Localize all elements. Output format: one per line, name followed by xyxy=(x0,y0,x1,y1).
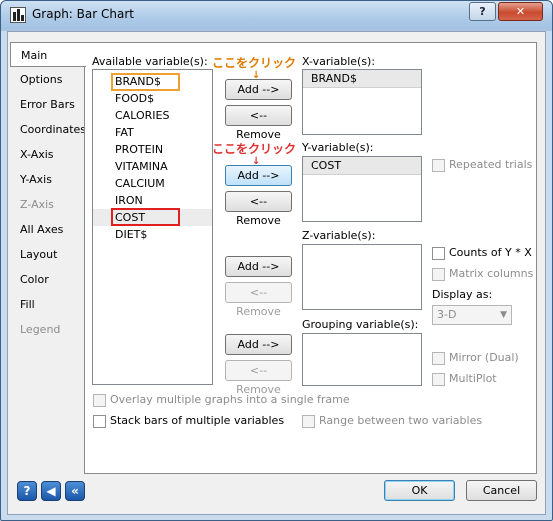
z-add-button[interactable]: Add --> xyxy=(225,256,292,277)
tab-main[interactable]: Main xyxy=(10,42,86,67)
range-checkbox xyxy=(302,415,315,428)
tab-y-axis[interactable]: Y-Axis xyxy=(10,167,86,192)
display-as-select: 3-D ▼ xyxy=(432,305,512,325)
close-button[interactable]: ✕ xyxy=(498,2,543,21)
ok-button[interactable]: OK xyxy=(384,480,455,501)
y-variable-list[interactable]: COST xyxy=(302,156,422,222)
first-page-icon[interactable]: « xyxy=(65,481,85,501)
main-tab-panel: Available variable(s): BRAND$ FOOD$ CALO… xyxy=(84,42,537,474)
x-click-here-callout: ここをクリック xyxy=(212,56,297,70)
range-label: Range between two variables xyxy=(319,414,483,427)
bar-chart-app-icon xyxy=(10,7,26,23)
stack-bars-label: Stack bars of multiple variables xyxy=(110,414,285,427)
titlebar: Graph: Bar Chart ? ✕ xyxy=(1,1,552,29)
repeated-trials-checkbox xyxy=(432,159,445,172)
y-add-button[interactable]: Add --> xyxy=(225,165,292,186)
x-variable-list[interactable]: BRAND$ xyxy=(302,69,422,135)
z-variable-list[interactable] xyxy=(302,244,422,310)
brand-highlight-box xyxy=(111,73,180,91)
display-as-label: Display as: xyxy=(432,288,493,301)
help-button[interactable]: ? xyxy=(469,2,496,21)
x-add-button[interactable]: Add --> xyxy=(225,79,292,100)
window-title: Graph: Bar Chart xyxy=(32,7,134,21)
list-item[interactable]: VITAMINA xyxy=(93,158,212,175)
list-item[interactable]: DIET$ xyxy=(93,226,212,243)
matrix-columns-checkbox xyxy=(432,268,445,281)
tab-fill[interactable]: Fill xyxy=(10,292,86,317)
tab-z-axis: Z-Axis xyxy=(20,198,54,211)
available-variables-list[interactable]: BRAND$ FOOD$ CALORIES FAT PROTEIN VITAMI… xyxy=(92,69,213,385)
back-icon[interactable]: ◀ xyxy=(41,481,61,501)
tab-all-axes[interactable]: All Axes xyxy=(10,217,86,242)
y-variable-label: Y-variable(s): xyxy=(302,141,374,154)
help-icon[interactable]: ? xyxy=(17,481,37,501)
counts-checkbox[interactable] xyxy=(432,247,445,260)
display-as-value: 3-D xyxy=(437,308,457,321)
tab-color[interactable]: Color xyxy=(10,267,86,292)
matrix-columns-label: Matrix columns xyxy=(449,267,534,280)
overlay-label: Overlay multiple graphs into a single fr… xyxy=(110,393,350,406)
x-variable-selected[interactable]: BRAND$ xyxy=(303,70,421,88)
y-variable-selected[interactable]: COST xyxy=(303,157,421,175)
repeated-trials-label: Repeated trials xyxy=(449,158,533,171)
z-remove-button: <-- Remove xyxy=(225,282,292,318)
overlay-checkbox xyxy=(93,394,106,407)
tab-error-bars[interactable]: Error Bars xyxy=(10,92,86,117)
tab-x-axis[interactable]: X-Axis xyxy=(10,142,86,167)
grouping-variable-label: Grouping variable(s): xyxy=(302,318,419,331)
x-variable-label: X-variable(s): xyxy=(302,55,376,68)
cancel-button[interactable]: Cancel xyxy=(466,480,537,501)
counts-label: Counts of Y * X xyxy=(449,246,532,259)
mirror-label: Mirror (Dual) xyxy=(449,351,519,364)
y-remove-button[interactable]: <-- Remove xyxy=(225,191,292,227)
x-remove-button[interactable]: <-- Remove xyxy=(225,105,292,141)
list-item[interactable]: CALORIES xyxy=(93,107,212,124)
tab-coordinates[interactable]: Coordinates xyxy=(10,117,86,142)
tab-legend: Legend xyxy=(20,323,61,336)
cost-highlight-box xyxy=(111,208,180,226)
list-item[interactable]: PROTEIN xyxy=(93,141,212,158)
multiplot-checkbox xyxy=(432,373,445,386)
dialog-client: Main Options Error Bars Coordinates X-Ax… xyxy=(7,31,546,515)
tab-layout[interactable]: Layout xyxy=(10,242,86,267)
grouping-add-button[interactable]: Add --> xyxy=(225,334,292,355)
multiplot-label: MultiPlot xyxy=(449,372,497,385)
tab-options[interactable]: Options xyxy=(10,67,86,92)
list-item[interactable]: FOOD$ xyxy=(93,90,212,107)
z-variable-label: Z-variable(s): xyxy=(302,229,376,242)
tab-list: Main Options Error Bars Coordinates X-Ax… xyxy=(10,42,86,342)
stack-bars-checkbox[interactable] xyxy=(93,415,106,428)
list-item[interactable]: FAT xyxy=(93,124,212,141)
list-item[interactable]: IRON xyxy=(93,192,212,209)
mirror-checkbox xyxy=(432,352,445,365)
grouping-remove-button: <-- Remove xyxy=(225,360,292,396)
available-variables-label: Available variable(s): xyxy=(92,55,208,68)
dialog-window: Graph: Bar Chart ? ✕ Main Options Error … xyxy=(0,0,553,521)
grouping-variable-list[interactable] xyxy=(302,333,422,386)
chevron-down-icon: ▼ xyxy=(500,310,507,320)
list-item[interactable]: CALCIUM xyxy=(93,175,212,192)
y-click-here-callout: ここをクリック xyxy=(212,142,297,156)
